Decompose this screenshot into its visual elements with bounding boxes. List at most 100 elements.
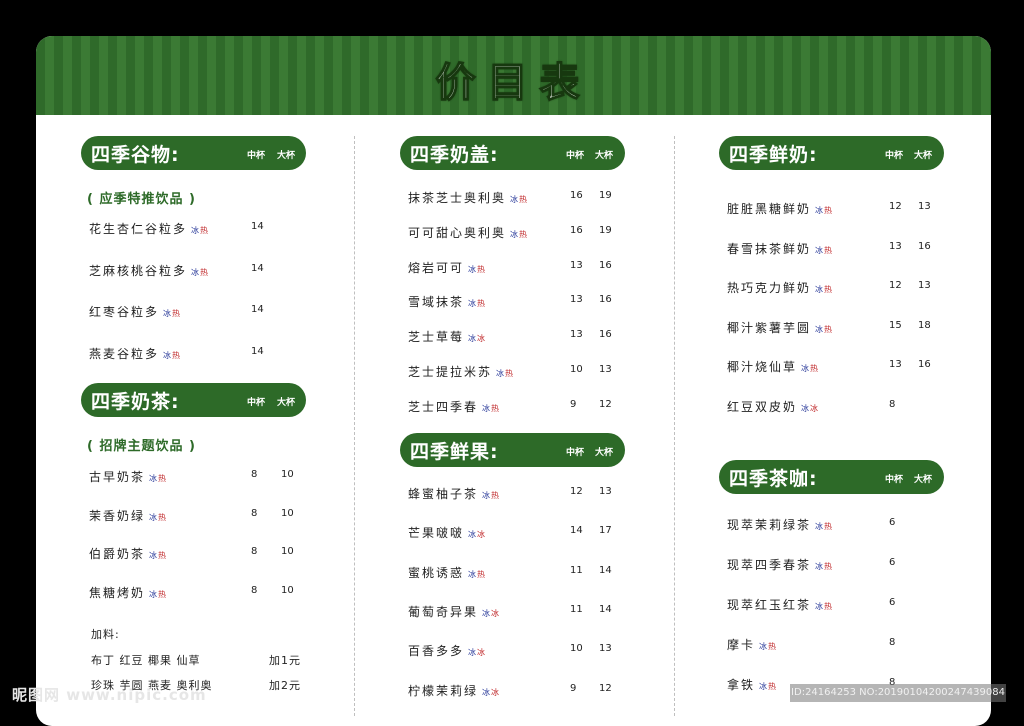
menu-item: 芝麻核桃谷粒多 冰热 14	[89, 260, 306, 280]
size-label-medium: 中杯	[247, 398, 266, 408]
price-medium: 13	[570, 259, 583, 271]
temperature-option-1: 冰	[482, 403, 492, 413]
price-large: 16	[599, 294, 612, 306]
price-medium: 9	[570, 682, 577, 694]
price-medium: 10	[570, 643, 583, 655]
temperature-options: 冰热	[759, 642, 777, 651]
addon-price: 加1元	[269, 654, 301, 667]
menu-item: 雪域抹茶 冰热 13 16	[408, 291, 625, 311]
addon-items: 布丁 红豆 椰果 仙草	[91, 654, 201, 667]
price-large: 19	[599, 224, 612, 236]
menu-item: 红枣谷粒多 冰热 14	[89, 301, 306, 321]
price-medium: 14	[251, 262, 264, 274]
temperature-options: 冰冰	[468, 648, 486, 657]
temperature-option-2: 热	[172, 309, 182, 318]
price-large: 16	[918, 359, 931, 371]
temperature-options: 冰热	[815, 246, 833, 255]
temperature-options: 冰热	[510, 195, 528, 204]
temperature-option-2: 热	[477, 299, 487, 309]
price-medium: 14	[251, 221, 264, 232]
menu-item: 春雪抹茶鲜奶 冰热 13 16	[727, 238, 944, 258]
addon-price: 加2元	[269, 679, 301, 692]
item-name: 抹茶芝士奥利奥	[408, 191, 507, 205]
menu-item: 茉香奶绿 冰热 8 10	[89, 505, 306, 525]
price-large: 17	[599, 525, 612, 537]
temperature-option-1: 冰	[191, 267, 201, 277]
temperature-option-1: 冰	[815, 602, 825, 611]
menu-item: 芝士提拉米苏 冰热 10 13	[408, 361, 625, 381]
item-name-wrap: 脏脏黑糖鲜奶 冰热	[727, 200, 833, 217]
menu-item: 可可甜心奥利奥 冰热 16 19	[408, 222, 625, 242]
temperature-options: 冰热	[815, 522, 833, 531]
temperature-option-1: 冰	[468, 299, 478, 309]
temperature-option-1: 冰	[510, 195, 520, 204]
item-name: 百香多多	[408, 644, 465, 659]
temperature-option-1: 冰	[482, 491, 492, 500]
section-title: 四季奶茶:	[91, 390, 180, 413]
temperature-option-2: 热	[477, 569, 487, 579]
item-name: 现萃红玉红茶	[727, 598, 812, 612]
temperature-option-2: 热	[824, 245, 834, 255]
temperature-option-1: 冰	[468, 334, 478, 344]
price-medium: 16	[570, 190, 583, 201]
price-medium: 14	[251, 304, 264, 315]
item-name: 芒果啵啵	[408, 526, 465, 541]
menu-item: 燕麦谷粒多 冰热 14	[89, 343, 306, 363]
price-large: 13	[918, 280, 931, 292]
temperature-option-1: 冰	[759, 642, 769, 651]
price-medium: 8	[251, 469, 258, 480]
price-medium: 13	[570, 294, 583, 306]
column-divider	[674, 136, 675, 716]
item-name: 椰汁烧仙草	[727, 360, 798, 375]
temperature-option-2: 冰	[810, 404, 820, 413]
temperature-options: 冰热	[149, 513, 167, 522]
menu-item: 抹茶芝士奥利奥 冰热 16 19	[408, 187, 625, 207]
price-large: 12	[599, 398, 612, 410]
menu-item: 古早奶茶 冰热 8 10	[89, 466, 306, 486]
temperature-options: 冰冰	[801, 404, 819, 413]
menu-item: 脏脏黑糖鲜奶 冰热 12 13	[727, 198, 944, 218]
menu-item: 花生杏仁谷粒多 冰热 14	[89, 218, 306, 238]
price-large: 10	[281, 469, 294, 480]
item-name: 现萃茉莉绿茶	[727, 518, 812, 532]
size-label-medium: 中杯	[566, 448, 585, 458]
menu-item: 熔岩可可 冰热 13 16	[408, 257, 625, 277]
price-medium: 15	[889, 319, 902, 331]
price-medium: 8	[251, 546, 258, 558]
temperature-option-1: 冰	[468, 569, 478, 579]
price-large: 16	[599, 259, 612, 271]
temperature-option-2: 热	[200, 226, 210, 235]
size-label-large: 大杯	[277, 398, 296, 408]
price-large: 13	[918, 201, 931, 212]
menu-item: 芝士四季春 冰热 9 12	[408, 396, 625, 416]
section-subtitle: ( 招牌主题饮品 )	[87, 439, 196, 454]
temperature-option-2: 热	[491, 491, 501, 500]
item-name-wrap: 红枣谷粒多 冰热	[89, 303, 181, 320]
item-name: 茉香奶绿	[89, 508, 146, 523]
temperature-options: 冰热	[815, 562, 833, 571]
item-name-wrap: 百香多多 冰冰	[408, 642, 486, 659]
section-title: 四季鲜奶:	[729, 143, 818, 166]
item-name: 伯爵奶茶	[89, 547, 146, 562]
section-header: 四季谷物: 中杯 大杯	[81, 136, 306, 170]
temperature-option-2: 热	[824, 206, 834, 215]
menu-item: 芝士草莓 冰冰 13 16	[408, 326, 625, 346]
price-medium: 6	[889, 597, 896, 608]
price-medium: 13	[570, 329, 583, 341]
item-name-wrap: 芝麻核桃谷粒多 冰热	[89, 262, 209, 279]
temperature-options: 冰热	[468, 265, 486, 274]
item-name: 蜂蜜柚子茶	[408, 487, 479, 501]
temperature-option-1: 冰	[468, 648, 478, 658]
price-medium: 12	[570, 486, 583, 497]
temperature-options: 冰热	[149, 474, 167, 483]
price-medium: 11	[570, 603, 583, 615]
temperature-options: 冰热	[149, 551, 167, 560]
watermark-left: 昵图网 www.nipic.com	[12, 686, 207, 704]
section-title: 四季奶盖:	[410, 143, 499, 166]
item-name-wrap: 椰汁烧仙草 冰热	[727, 358, 819, 375]
size-label-large: 大杯	[914, 475, 933, 485]
temperature-options: 冰热	[815, 602, 833, 611]
item-name-wrap: 拿铁 冰热	[727, 676, 777, 693]
temperature-option-1: 冰	[815, 522, 825, 531]
price-medium: 6	[889, 557, 896, 568]
